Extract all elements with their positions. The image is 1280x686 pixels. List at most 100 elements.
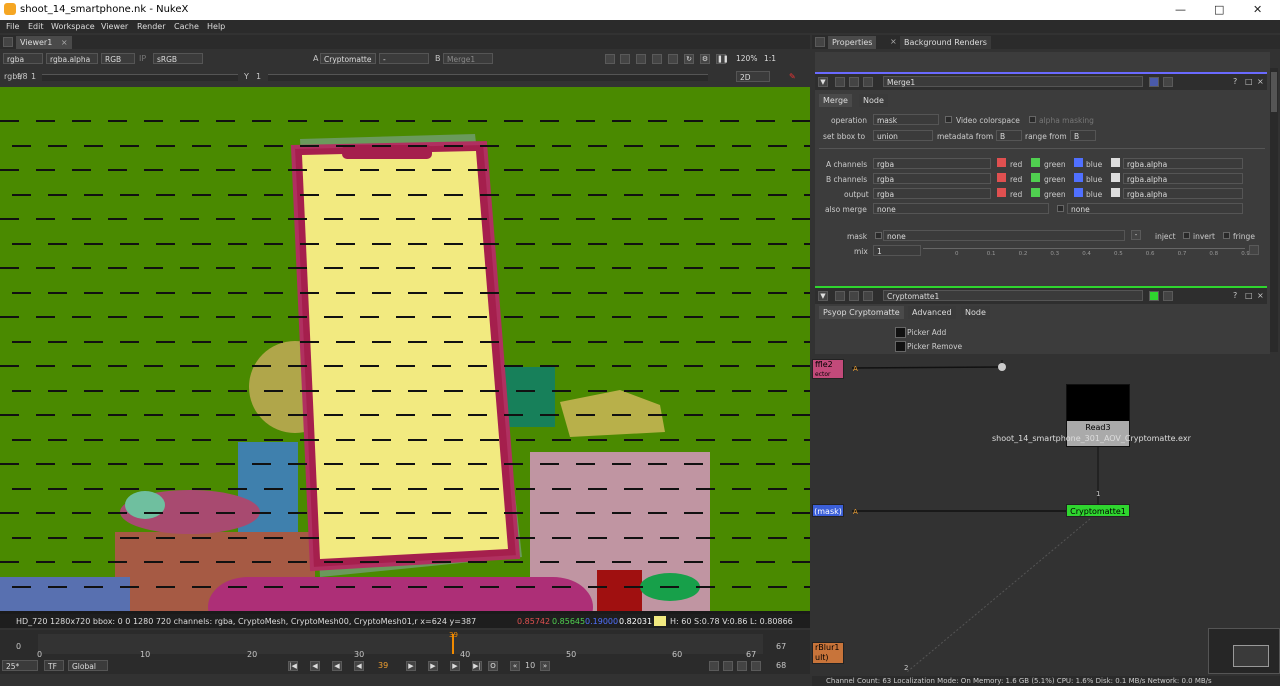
mix-field[interactable]: 1 [873, 245, 921, 256]
out-alpha-toggle[interactable] [1111, 188, 1120, 197]
alpha-masking-checkbox[interactable] [1029, 116, 1036, 123]
cryptomatte-node[interactable]: Cryptomatte1 [1066, 504, 1130, 517]
a-input-dropdown[interactable]: Cryptomatte [320, 53, 376, 64]
a-green-toggle[interactable] [1031, 158, 1040, 167]
out-alpha-dropdown[interactable]: rgba.alpha [1123, 188, 1243, 199]
node-icon[interactable] [863, 77, 873, 87]
b-alpha-toggle[interactable] [1111, 173, 1120, 182]
tab-psyop-cryptomatte[interactable]: Psyop Cryptomatte [819, 306, 904, 319]
a-alpha-toggle[interactable] [1111, 158, 1120, 167]
a-red-toggle[interactable] [997, 158, 1006, 167]
gain-slider[interactable] [42, 74, 238, 81]
close-panel-icon[interactable]: × [1257, 77, 1264, 86]
node-icon-2[interactable] [863, 291, 873, 301]
merge-name-field[interactable]: Merge1 [883, 76, 1143, 87]
center-node-icon[interactable] [835, 77, 845, 87]
b-green-toggle[interactable] [1031, 173, 1040, 182]
node-graph[interactable]: ffle2 ector A Read3 shoot_14_smartphone_… [812, 354, 1280, 676]
step-field[interactable]: 10 [525, 661, 535, 670]
out-green-toggle[interactable] [1031, 188, 1040, 197]
output-dropdown[interactable]: rgba [873, 188, 991, 199]
fps-dropdown[interactable]: 25* [2, 660, 38, 671]
float-icon-2[interactable]: □ [1245, 291, 1253, 300]
input-icon[interactable] [849, 77, 859, 87]
collapse-icon-2[interactable]: ▼ [818, 291, 828, 301]
zoom-dropdown[interactable]: 120% [733, 53, 759, 64]
out-red-toggle[interactable] [997, 188, 1006, 197]
ip-button[interactable]: IP [139, 54, 146, 63]
color2-icon[interactable] [1163, 77, 1173, 87]
prev-frame-icon[interactable]: ◀ [332, 661, 342, 671]
play-back-icon[interactable]: ◀ [354, 661, 364, 671]
also-merge-dropdown[interactable]: none [873, 203, 1049, 214]
refresh-icon[interactable]: ↻ [684, 54, 694, 64]
range-dropdown[interactable]: Global [68, 660, 108, 671]
range-dropdown-b[interactable]: B [1070, 130, 1096, 141]
menu-viewer[interactable]: Viewer [101, 22, 128, 31]
a-blue-toggle[interactable] [1074, 158, 1083, 167]
tab-properties[interactable]: Properties [828, 36, 877, 49]
a-alpha-dropdown[interactable]: rgba.alpha [1123, 158, 1243, 169]
blur-node[interactable]: rBlur1 ult) [812, 642, 844, 664]
operation-dropdown[interactable]: mask [873, 114, 939, 125]
channels-dropdown[interactable]: rgba [3, 53, 43, 64]
minimize-icon[interactable]: — [1175, 3, 1186, 16]
pause-icon[interactable]: ❚❚ [716, 54, 729, 64]
menu-file[interactable]: File [6, 22, 19, 31]
prev-key-icon[interactable]: ◀ [310, 661, 320, 671]
b-input-dropdown[interactable]: Merge1 [443, 53, 493, 64]
scroll-thumb[interactable] [1271, 72, 1277, 112]
also-merge-checkbox[interactable] [1057, 205, 1064, 212]
color-icon[interactable] [1149, 77, 1159, 87]
center-node-icon-2[interactable] [835, 291, 845, 301]
pane-menu-icon[interactable] [3, 37, 13, 47]
menu-cache[interactable]: Cache [174, 22, 199, 31]
timeline[interactable]: 0 0 10 20 30 40 50 60 67 39 67 [0, 630, 810, 659]
video-colorspace-checkbox[interactable] [945, 116, 952, 123]
close-panel-icon-2[interactable]: × [1257, 291, 1264, 300]
next-key-icon[interactable]: ▶ [450, 661, 460, 671]
tab-node[interactable]: Node [859, 94, 888, 107]
timeline-start[interactable]: 0 [16, 642, 21, 651]
alpha-dropdown[interactable]: rgba.alpha [46, 53, 98, 64]
compare-op-dropdown[interactable]: - [379, 53, 429, 64]
gear-icon[interactable]: ⚙ [700, 54, 710, 64]
picker-add-swatch[interactable] [895, 327, 906, 338]
end-frame[interactable]: 68 [776, 661, 786, 670]
out-blue-toggle[interactable] [1074, 188, 1083, 197]
pane-menu-icon-2[interactable] [815, 37, 825, 47]
mask-minus-icon[interactable]: - [1131, 230, 1141, 240]
crypto-color2-icon[interactable] [1163, 291, 1173, 301]
menu-edit[interactable]: Edit [28, 22, 44, 31]
jump-end-icon[interactable]: ▶| [472, 661, 482, 671]
fringe-checkbox[interactable] [1223, 232, 1230, 239]
input-icon-2[interactable] [849, 291, 859, 301]
crypto-color-icon[interactable] [1149, 291, 1159, 301]
frame-field[interactable]: 39 [378, 661, 388, 670]
close-tab-icon-2[interactable]: × [890, 37, 897, 46]
gamma-value[interactable]: 1 [256, 72, 261, 81]
tf-dropdown[interactable]: TF [44, 660, 64, 671]
roi-icon[interactable] [605, 54, 615, 64]
settings-icon[interactable] [751, 661, 761, 671]
mask-dropdown[interactable]: none [883, 230, 1125, 241]
menu-help[interactable]: Help [207, 22, 225, 31]
a-channels-dropdown[interactable]: rgba [873, 158, 991, 169]
proxy-icon[interactable] [652, 54, 662, 64]
wipe-icon[interactable] [636, 54, 646, 64]
properties-scrollbar[interactable] [1270, 68, 1278, 352]
mask-node[interactable]: (mask) [812, 504, 844, 517]
lock-icon[interactable] [737, 661, 747, 671]
ab-icon[interactable] [668, 54, 678, 64]
help-icon[interactable]: ? [1233, 77, 1237, 86]
jump-start-icon[interactable]: |◀ [288, 661, 298, 671]
shuffle-node[interactable]: ffle2 ector [812, 359, 844, 379]
flipbook-icon[interactable] [709, 661, 719, 671]
metadata-dropdown[interactable]: B [996, 130, 1022, 141]
play-icon[interactable]: ▶ [406, 661, 416, 671]
gain-value[interactable]: 1 [31, 72, 36, 81]
menu-render[interactable]: Render [137, 22, 165, 31]
b-red-toggle[interactable] [997, 173, 1006, 182]
graph-navigator[interactable] [1208, 628, 1280, 674]
maximize-icon[interactable]: □ [1214, 3, 1224, 16]
